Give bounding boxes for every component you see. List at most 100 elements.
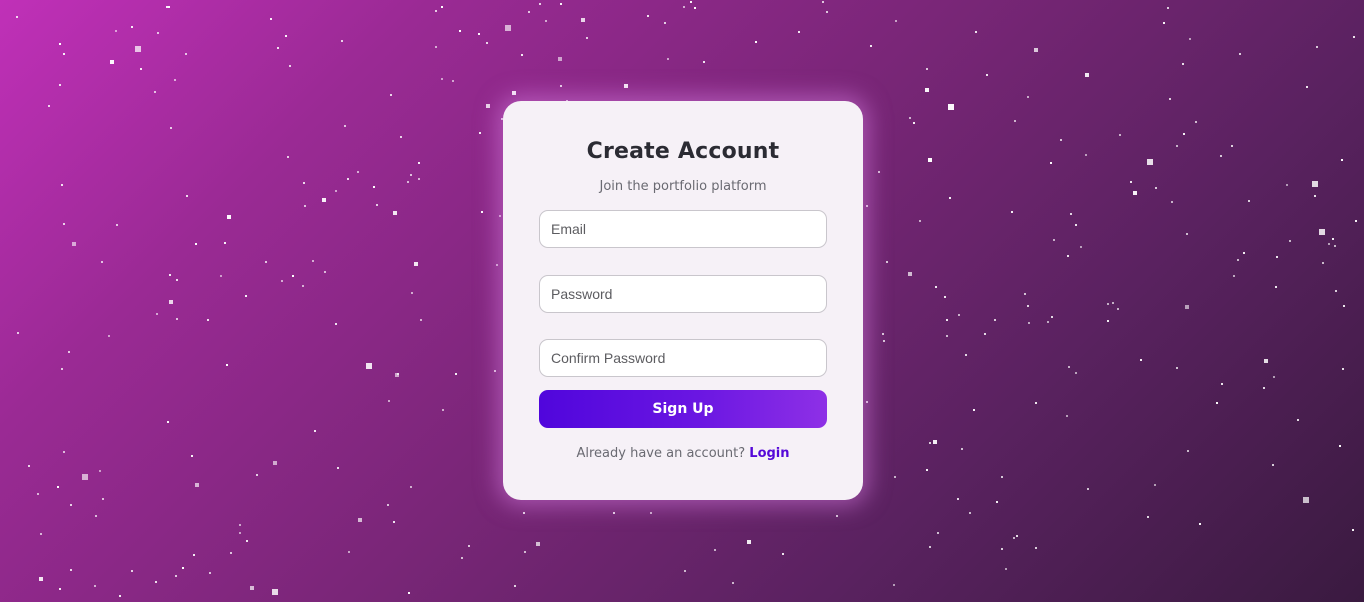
- star-dot: [1117, 308, 1119, 310]
- star-dot: [393, 521, 395, 523]
- star-dot: [1087, 488, 1089, 490]
- star-dot: [1221, 383, 1223, 385]
- star-dot: [1248, 200, 1250, 202]
- star-dot: [1239, 53, 1241, 55]
- star-dot: [1176, 145, 1178, 147]
- password-field[interactable]: [539, 275, 827, 313]
- star-dot: [324, 271, 326, 273]
- star-dot: [878, 171, 880, 173]
- star-dot: [176, 279, 178, 281]
- star-dot: [560, 3, 562, 5]
- star-dot: [68, 351, 70, 353]
- login-link[interactable]: Login: [749, 446, 789, 461]
- email-field[interactable]: [539, 210, 827, 248]
- star-dot: [435, 46, 437, 48]
- star-dot: [115, 30, 117, 32]
- star-dot: [975, 31, 977, 33]
- login-prompt-text: Already have an account?: [576, 446, 746, 461]
- confirm-password-field[interactable]: [539, 339, 827, 377]
- star-dot: [1067, 255, 1069, 257]
- star-dot: [523, 512, 525, 514]
- star-dot: [948, 104, 954, 110]
- star-dot: [230, 552, 232, 554]
- star-dot: [613, 512, 615, 514]
- signup-button[interactable]: Sign Up: [539, 390, 827, 428]
- star-dot: [826, 11, 828, 13]
- star-dot: [366, 363, 372, 369]
- star-dot: [227, 215, 231, 219]
- star-dot: [59, 84, 61, 86]
- star-dot: [1176, 367, 1178, 369]
- star-dot: [937, 532, 939, 534]
- star-dot: [836, 515, 838, 517]
- star-dot: [782, 553, 784, 555]
- star-dot: [435, 10, 437, 12]
- star-dot: [1035, 402, 1037, 404]
- star-dot: [108, 335, 110, 337]
- star-dot: [714, 549, 716, 551]
- star-dot: [935, 286, 937, 288]
- star-dot: [1167, 7, 1169, 9]
- star-dot: [925, 88, 929, 92]
- star-dot: [273, 461, 277, 465]
- star-dot: [182, 567, 184, 569]
- star-dot: [1303, 497, 1309, 503]
- star-dot: [536, 542, 540, 546]
- star-dot: [496, 264, 498, 266]
- star-dot: [1264, 359, 1268, 363]
- star-dot: [1085, 154, 1087, 156]
- star-dot: [1050, 162, 1052, 164]
- star-dot: [1272, 464, 1274, 466]
- star-dot: [486, 42, 488, 44]
- star-dot: [335, 190, 337, 192]
- star-dot: [1334, 245, 1336, 247]
- star-dot: [1353, 36, 1355, 38]
- star-dot: [195, 243, 197, 245]
- star-dot: [175, 575, 177, 577]
- star-dot: [452, 80, 454, 82]
- star-dot: [1182, 63, 1184, 65]
- star-dot: [866, 401, 868, 403]
- star-dot: [410, 486, 412, 488]
- star-dot: [395, 373, 399, 377]
- star-dot: [1035, 547, 1037, 549]
- star-dot: [1263, 387, 1265, 389]
- star-dot: [755, 41, 757, 43]
- star-dot: [155, 581, 157, 583]
- star-dot: [414, 262, 418, 266]
- star-dot: [72, 242, 76, 246]
- star-dot: [560, 85, 562, 87]
- star-dot: [481, 211, 483, 213]
- star-dot: [387, 504, 389, 506]
- star-dot: [1027, 96, 1029, 98]
- star-dot: [256, 474, 258, 476]
- star-dot: [1273, 376, 1275, 378]
- star-dot: [390, 94, 392, 96]
- star-dot: [996, 501, 998, 503]
- star-dot: [919, 220, 921, 222]
- signup-card: Create Account Join the portfolio platfo…: [503, 101, 863, 500]
- star-dot: [1060, 139, 1062, 141]
- star-dot: [969, 512, 971, 514]
- star-dot: [135, 46, 141, 52]
- star-dot: [373, 186, 375, 188]
- star-dot: [99, 470, 101, 472]
- star-dot: [39, 577, 43, 581]
- star-dot: [388, 400, 390, 402]
- star-dot: [61, 184, 63, 186]
- star-dot: [1047, 321, 1049, 323]
- star-dot: [1187, 450, 1189, 452]
- star-dot: [1001, 548, 1003, 550]
- star-dot: [418, 178, 420, 180]
- star-dot: [119, 595, 121, 597]
- star-dot: [277, 47, 279, 49]
- star-dot: [441, 78, 443, 80]
- star-dot: [586, 37, 588, 39]
- star-dot: [1027, 305, 1029, 307]
- star-dot: [958, 314, 960, 316]
- star-dot: [1085, 73, 1089, 77]
- star-dot: [946, 335, 948, 337]
- star-dot: [505, 25, 511, 31]
- star-dot: [1233, 275, 1235, 277]
- star-dot: [866, 205, 868, 207]
